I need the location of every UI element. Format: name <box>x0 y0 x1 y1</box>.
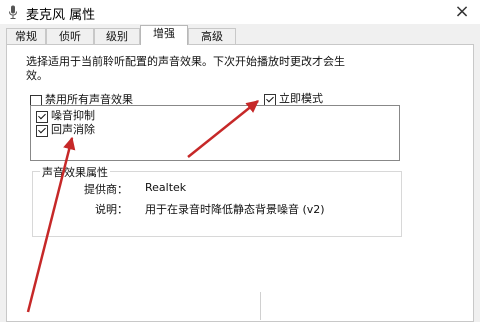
tab-enhancements[interactable]: 增强 <box>140 25 188 45</box>
arrow-to-immediate-mode <box>187 100 259 158</box>
annotation-arrows <box>26 100 259 313</box>
arrow-to-enhancement-list <box>26 136 76 313</box>
